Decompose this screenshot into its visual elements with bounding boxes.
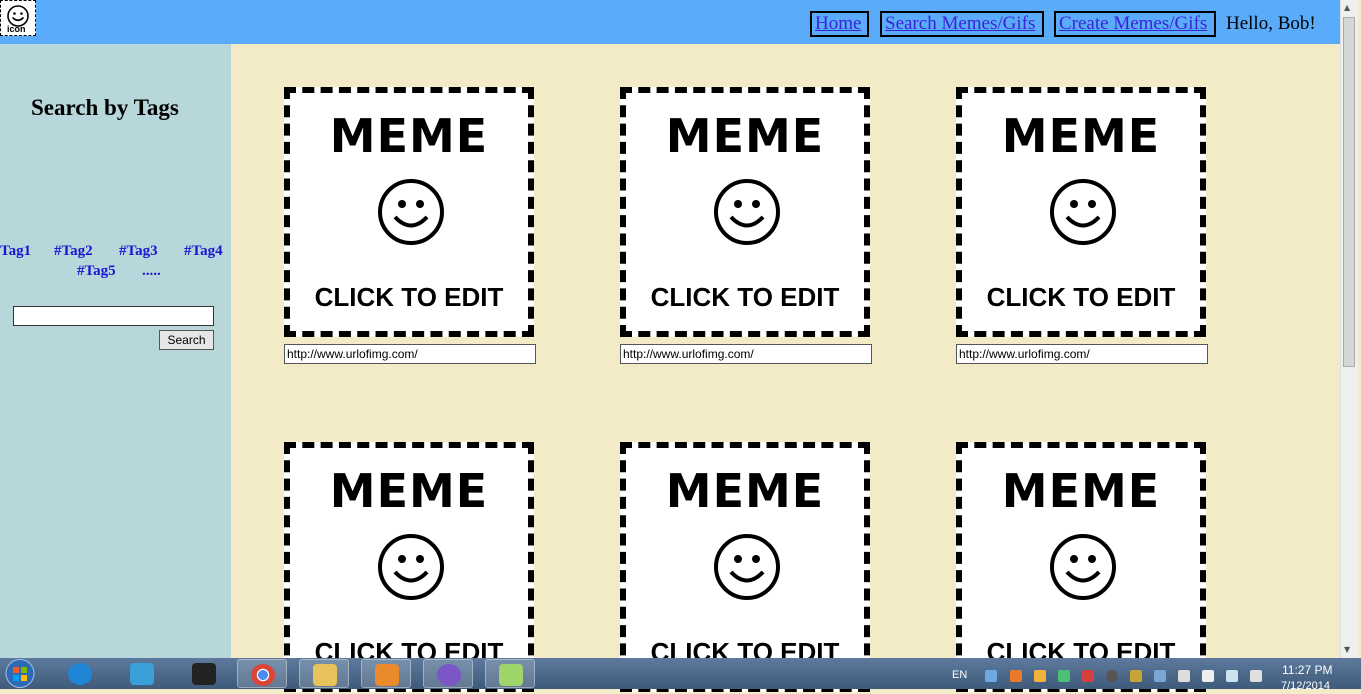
taskbar-terminal[interactable] (179, 659, 229, 688)
signal-icon[interactable] (1226, 670, 1238, 682)
click-to-edit-label: CLICK TO EDIT (986, 282, 1176, 312)
meme-title: MEME (329, 109, 489, 163)
network-icon (130, 663, 154, 685)
sidebar-title: Search by Tags (31, 95, 179, 120)
vertical-scrollbar[interactable]: ▲ ▼ (1340, 0, 1358, 658)
meme-title: MEME (665, 464, 825, 518)
nav-home: Home (810, 11, 869, 37)
tag-link[interactable]: #Tag5 (77, 263, 116, 280)
meme-card[interactable]: MEME CLICK TO EDIT (956, 442, 1206, 692)
meme-title: MEME (329, 464, 489, 518)
image-url-field[interactable]: http://www.urlofimg.com/ (956, 344, 1208, 364)
click-to-edit-label: CLICK TO EDIT (314, 282, 504, 312)
meme-title: MEME (1001, 109, 1161, 163)
clock-time[interactable]: 11:27 PM (1282, 663, 1332, 677)
tray-app-icon[interactable] (1178, 670, 1190, 682)
tray-app-icon[interactable] (1034, 670, 1046, 682)
logo-text: icon (7, 24, 26, 34)
tag-search-input[interactable] (13, 306, 214, 326)
tray-app-icon[interactable] (1058, 670, 1070, 682)
clock-date[interactable]: 7/12/2014 (1281, 680, 1330, 692)
tag-link[interactable]: #Tag4 (184, 243, 223, 260)
user-greeting: Hello, Bob! (1226, 13, 1316, 34)
nav-create: Create Memes/Gifs (1054, 11, 1216, 37)
meme-card[interactable]: MEME CLICK TO EDIT (620, 442, 870, 692)
start-icon (5, 659, 35, 688)
tag-link[interactable]: #Tag2 (54, 243, 93, 260)
flag-icon[interactable] (1202, 670, 1214, 682)
tray-app-icon[interactable] (1130, 670, 1142, 682)
meme-title: MEME (1001, 464, 1161, 518)
tag-link[interactable]: Tag1 (0, 243, 31, 260)
language-indicator[interactable]: EN (952, 669, 967, 681)
taskbar-explorer[interactable] (299, 659, 349, 688)
tray-app-icon[interactable] (1106, 670, 1118, 682)
search-memes-link[interactable]: Search Memes/Gifs (885, 13, 1035, 34)
smiley-icon (1050, 534, 1116, 600)
meme-card[interactable]: MEME CLICK TO EDIT (284, 87, 534, 337)
site-logo[interactable]: icon (0, 0, 36, 36)
image-url-field[interactable]: http://www.urlofimg.com/ (620, 344, 872, 364)
taskbar-chrome[interactable] (237, 659, 287, 688)
click-to-edit-label: CLICK TO EDIT (650, 282, 840, 312)
taskbar-media[interactable] (361, 659, 411, 688)
taskbar-ie[interactable] (55, 659, 105, 688)
meme-card[interactable]: MEME CLICK TO EDIT (620, 87, 870, 337)
scroll-down-icon[interactable]: ▼ (1344, 645, 1350, 654)
volume-icon[interactable] (1250, 670, 1262, 682)
taskbar-network[interactable] (117, 659, 167, 688)
meme-card[interactable]: MEME CLICK TO EDIT (956, 87, 1206, 337)
file-explorer-icon (313, 664, 337, 686)
image-url-field[interactable]: http://www.urlofimg.com/ (284, 344, 536, 364)
meme-card[interactable]: MEME CLICK TO EDIT (284, 442, 534, 692)
smiley-icon (378, 179, 444, 245)
scroll-up-icon[interactable]: ▲ (1344, 3, 1350, 12)
nav-search: Search Memes/Gifs (880, 11, 1044, 37)
smiley-icon (378, 534, 444, 600)
start-button[interactable] (2, 658, 38, 689)
taskbar-cat-app[interactable] (423, 659, 473, 688)
terminal-icon (192, 663, 216, 685)
notepad-plus-icon (499, 664, 523, 686)
more-tags-link[interactable]: ..... (142, 263, 161, 280)
search-button[interactable]: Search (159, 330, 214, 350)
sidebar: Search by Tags Tag1 #Tag2 #Tag3 #Tag4 #T… (0, 44, 231, 658)
tray-app-icon[interactable] (1154, 670, 1166, 682)
cat-app-icon (437, 664, 461, 686)
home-link[interactable]: Home (815, 13, 861, 34)
header-bar: icon Home Search Memes/Gifs Create Memes… (0, 0, 1340, 44)
tray-app-icon[interactable] (985, 670, 997, 682)
internet-explorer-icon (68, 663, 92, 685)
taskbar-notepad[interactable] (485, 659, 535, 688)
meme-title: MEME (665, 109, 825, 163)
chrome-icon (251, 664, 275, 686)
create-memes-link[interactable]: Create Memes/Gifs (1059, 13, 1207, 34)
media-player-icon (375, 664, 399, 686)
smiley-icon (714, 534, 780, 600)
smiley-icon (1050, 179, 1116, 245)
tag-link[interactable]: #Tag3 (119, 243, 158, 260)
tray-app-icon[interactable] (1082, 670, 1094, 682)
smiley-icon (714, 179, 780, 245)
tray-app-icon[interactable] (1010, 670, 1022, 682)
scroll-thumb[interactable] (1343, 17, 1355, 367)
windows-taskbar: EN 11:27 PM 7/12/2014 (0, 658, 1361, 692)
